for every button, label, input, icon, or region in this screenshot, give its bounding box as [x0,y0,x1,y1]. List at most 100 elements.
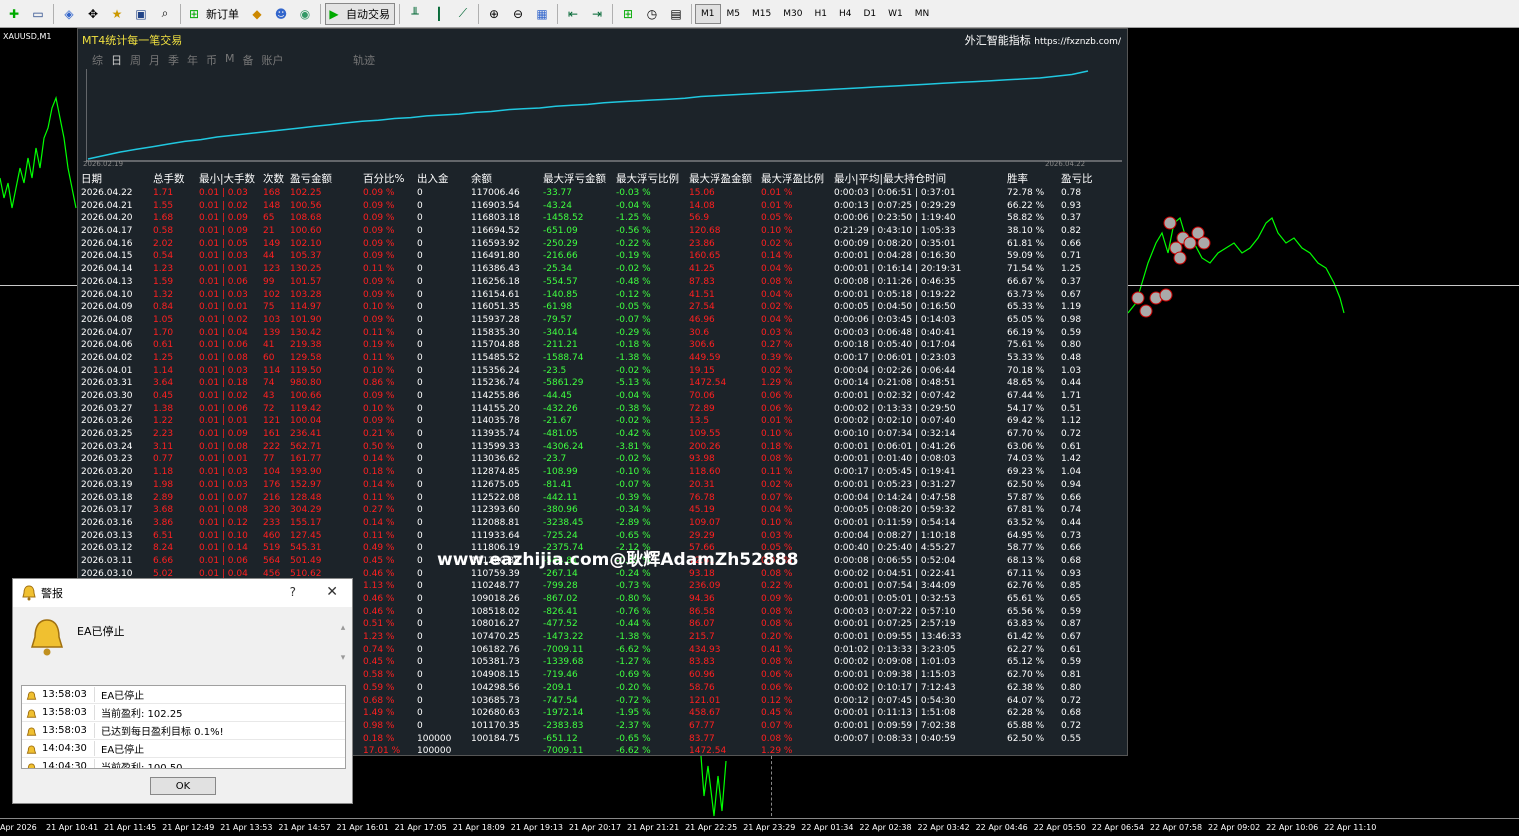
help-button[interactable]: ? [290,585,296,599]
bar-chart-button[interactable]: ╨ [404,3,426,25]
periods-button[interactable]: ◷ [641,3,663,25]
time-axis: Apr 2026 21 Apr 10:41 21 Apr 11:45 21 Apr 1… [0,818,1519,836]
table-cell: 113935.74 [471,429,520,440]
tester-button[interactable]: ⌕ [154,3,176,25]
alert-time-text: 13:58:03 [42,707,87,718]
table-cell: 65.88 % [1007,720,1045,731]
brand-link[interactable]: https://fxznzb.com/ [1034,37,1121,47]
period-tab[interactable]: 综 [92,52,103,68]
period-tab[interactable]: 年 [187,52,198,68]
table-cell: 0 [417,492,423,503]
period-tab[interactable]: 币 [206,52,217,68]
table-cell: 108518.02 [471,606,520,617]
table-cell: 0 [417,682,423,693]
alert-log-list[interactable]: 13:58:03 EA已停止 13:58:03 当前盈利: 102.25 13:58:0… [21,685,346,769]
table-cell: 0.03 % [761,327,793,338]
timeframe-h1[interactable]: H1 [808,4,833,24]
alert-log-row[interactable]: 13:58:03 已达到每日盈利目标 0.1%! [22,722,345,740]
table-cell: 1472.54 [689,378,727,389]
navigator-button[interactable]: ★ [106,3,128,25]
candlestick-button[interactable]: ┃ [428,3,450,25]
table-cell: 100000 [417,746,452,757]
time-axis-label: Apr 2026 [0,823,37,832]
table-cell: 0.71 [1061,251,1082,262]
period-tab[interactable]: M [225,52,235,68]
table-cell: 1.29 % [761,746,793,757]
profiles-button[interactable]: ▭ [27,3,49,25]
track-tab[interactable]: 轨迹 [353,52,375,68]
zoom-out-button[interactable]: ⊖ [507,3,529,25]
toolbar-divider [557,3,558,24]
table-cell: 0.10 % [363,302,395,313]
table-cell: 0 [417,581,423,592]
table-cell: 129.58 [290,352,322,363]
table-cell: -719.46 [543,670,578,681]
trade-markers [1131,216,1211,318]
table-cell: 0.68 [1061,708,1082,719]
table-cell: -0.65 % [616,530,651,541]
terminal-button[interactable]: ▣ [130,3,152,25]
table-cell: 1.13 % [363,581,395,592]
table-cell: -6.62 % [616,746,651,757]
templates-button[interactable]: ▤ [665,3,687,25]
table-cell: 0.44 [1061,517,1082,528]
line-chart-button[interactable]: ⟋ [452,3,474,25]
timeframe-mn[interactable]: MN [909,4,936,24]
period-tab[interactable]: 备 [243,52,254,68]
new-chart-button[interactable]: ✚ [3,3,25,25]
table-cell: 2026.03.18 [81,492,133,503]
table-cell: 100.04 [290,416,322,427]
table-cell: 1.14 [153,365,174,376]
table-cell: 1.25 [153,352,174,363]
crosshair-button[interactable]: ✥ [82,3,104,25]
chart-shift-button[interactable]: ⇥ [586,3,608,25]
table-cell: 0.01 | 0.01 [199,454,248,465]
timeframe-m15[interactable]: M15 [746,4,777,24]
table-cell: 0 [417,594,423,604]
alert-log-row[interactable]: 13:58:03 EA已停止 [22,686,345,704]
period-tab[interactable]: 周 [130,52,141,68]
timeframe-d1[interactable]: D1 [857,4,882,24]
period-tab[interactable]: 日 [111,52,122,68]
table-cell: -108.99 [543,467,578,478]
auto-trading-button[interactable]: ▶ 自动交易 [325,2,395,25]
timeframe-h4[interactable]: H4 [833,4,858,24]
table-cell: 2026.03.13 [81,530,133,541]
indicators-button[interactable]: ⊞ [617,3,639,25]
account-button[interactable]: ☻ [270,3,292,25]
tile-windows-button[interactable]: ▦ [531,3,553,25]
zoom-in-icon: ⊕ [488,6,500,21]
timeframe-m5[interactable]: M5 [721,4,747,24]
table-cell: 0:00:03 | 0:07:22 | 0:57:10 [834,606,956,617]
bell-icon [26,745,37,754]
table-cell: -1.95 % [616,708,651,719]
period-tab[interactable]: 月 [149,52,160,68]
signals-button[interactable]: ◉ [294,3,316,25]
period-tab[interactable]: 季 [168,52,179,68]
table-cell: 0.18 % [363,467,395,478]
table-cell: 58.77 % [1007,543,1045,554]
market-watch-button[interactable]: ◈ [58,3,80,25]
period-tab[interactable]: 账户 [262,52,284,68]
alert-log-row[interactable]: 14:04:30 当前盈利: 100.50 [22,758,345,768]
message-scrollbar[interactable]: ▴ ▾ [337,623,349,673]
table-cell: 1.25 [1061,264,1082,275]
alert-log-row[interactable]: 13:58:03 当前盈利: 102.25 [22,704,345,722]
table-cell: -0.39 % [616,492,651,503]
alert-titlebar[interactable]: 警报 ? ✕ [13,579,352,607]
alert-log-row[interactable]: 14:04:30 EA已停止 [22,740,345,758]
timeframe-w1[interactable]: W1 [882,4,909,24]
new-order-button[interactable]: ⊞ 新订单 [185,3,244,25]
table-cell: 0.98 % [363,720,395,731]
time-axis-label: 21 Apr 19:13 [510,823,563,832]
table-cell: 2026.04.15 [81,251,133,262]
table-cell: 0.05 % [761,213,793,224]
timeframe-m30[interactable]: M30 [777,4,808,24]
close-button[interactable]: ✕ [326,584,338,600]
meta-editor-button[interactable]: ◆ [246,3,268,25]
autoscroll-button[interactable]: ⇤ [562,3,584,25]
table-cell: 0 [417,479,423,490]
ok-button[interactable]: OK [150,777,216,795]
timeframe-m1[interactable]: M1 [695,3,721,24]
zoom-in-button[interactable]: ⊕ [483,3,505,25]
